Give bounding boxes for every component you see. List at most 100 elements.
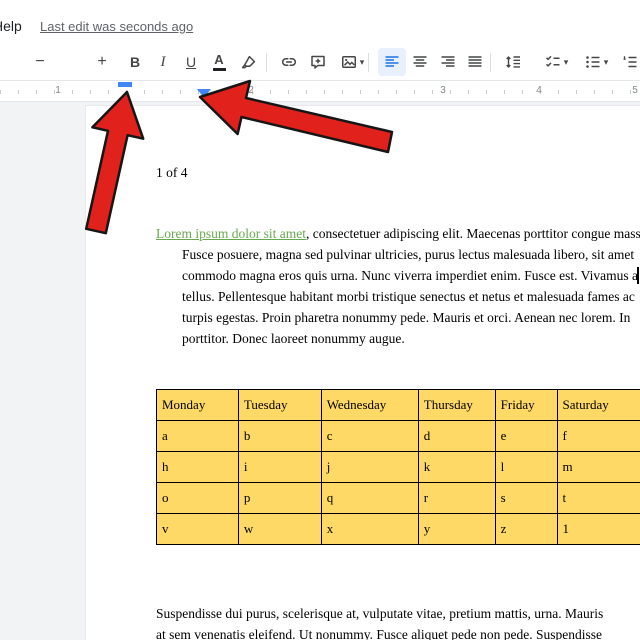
checklist-icon — [544, 53, 562, 71]
align-right-icon — [439, 53, 457, 71]
table-cell[interactable]: a — [157, 421, 239, 452]
bold-button[interactable]: B — [121, 48, 149, 76]
ruler[interactable]: 1 2 3 4 5 — [0, 81, 640, 102]
table-cell[interactable]: 1 — [557, 514, 640, 545]
add-comment-icon — [309, 53, 327, 71]
table-cell[interactable]: d — [418, 421, 495, 452]
table-cell[interactable]: v — [157, 514, 239, 545]
paragraph2-line2[interactable]: at sem venenatis eleifend. Ut nonummy. F… — [156, 624, 602, 640]
ruler-number: 3 — [440, 85, 446, 96]
align-center-button[interactable] — [406, 48, 434, 76]
align-left-icon — [383, 53, 401, 71]
table-cell[interactable]: f — [557, 421, 640, 452]
line-spacing-button[interactable] — [499, 48, 527, 76]
menu-help[interactable]: Help — [0, 18, 22, 34]
justify-button[interactable] — [461, 48, 489, 76]
toolbar-separator — [368, 53, 369, 72]
insert-link-button[interactable] — [275, 48, 303, 76]
plus-icon: + — [97, 54, 106, 70]
table-cell[interactable]: i — [238, 452, 321, 483]
table-cell[interactable]: x — [321, 514, 418, 545]
paragraph1-line2[interactable]: Fusce posuere, magna sed pulvinar ultric… — [182, 244, 634, 265]
table-cell[interactable]: q — [321, 483, 418, 514]
table-header-cell[interactable]: Monday — [157, 390, 239, 421]
text-color-button[interactable]: A — [205, 48, 233, 76]
table-cell[interactable]: j — [321, 452, 418, 483]
table-cell[interactable]: h — [157, 452, 239, 483]
paragraph1-line5[interactable]: turpis egestas. Proin pharetra nonummy p… — [182, 307, 630, 328]
align-left-button[interactable] — [378, 48, 406, 76]
paragraph1-line3[interactable]: commodo magna eros quis urna. Nunc viver… — [182, 265, 638, 286]
italic-button[interactable]: I — [149, 48, 177, 76]
bulleted-list-icon — [584, 53, 602, 71]
table-cell[interactable]: r — [418, 483, 495, 514]
numbered-list-button[interactable] — [616, 48, 640, 76]
italic-icon: I — [161, 54, 166, 71]
table-header-cell[interactable]: Saturday — [557, 390, 640, 421]
table-row: v w x y z 1 — [157, 514, 640, 545]
chevron-down-icon: ▾ — [360, 57, 365, 68]
table-cell[interactable]: l — [495, 452, 557, 483]
table-cell[interactable]: w — [238, 514, 321, 545]
document-page[interactable]: 1 of 4 Lorem ipsum dolor sit amet, conse… — [85, 105, 640, 640]
table-header-cell[interactable]: Friday — [495, 390, 557, 421]
document-canvas: 1 of 4 Lorem ipsum dolor sit amet, conse… — [0, 102, 640, 640]
highlighter-icon — [240, 53, 258, 71]
text-cursor — [637, 267, 639, 284]
toolbar-separator — [266, 53, 267, 72]
lorem-ipsum-link[interactable]: Lorem ipsum dolor sit amet — [156, 226, 306, 241]
underline-icon: U — [186, 54, 196, 70]
table-header-cell[interactable]: Tuesday — [238, 390, 321, 421]
underline-button[interactable]: U — [177, 48, 205, 76]
doc-table[interactable]: Monday Tuesday Wednesday Thursday Friday… — [156, 389, 640, 545]
table-cell[interactable]: y — [418, 514, 495, 545]
first-line-indent-marker[interactable] — [118, 82, 132, 87]
justify-icon — [466, 53, 484, 71]
ruler-number: 1 — [55, 85, 61, 96]
table-cell[interactable]: z — [495, 514, 557, 545]
ruler-ticks — [0, 90, 640, 94]
page-count-text[interactable]: 1 of 4 — [156, 162, 188, 183]
table-cell[interactable]: c — [321, 421, 418, 452]
ruler-number: 5 — [632, 85, 638, 96]
chevron-down-icon: ▾ — [604, 57, 609, 68]
align-center-icon — [411, 53, 429, 71]
table-cell[interactable]: t — [557, 483, 640, 514]
checklist-button[interactable]: ▾ — [536, 48, 576, 76]
toolbar: − + B I U A — [0, 44, 640, 81]
paragraph1-line1[interactable]: Lorem ipsum dolor sit amet, consectetuer… — [156, 223, 640, 244]
table-cell[interactable]: b — [238, 421, 321, 452]
image-icon — [340, 53, 358, 71]
table-cell[interactable]: m — [557, 452, 640, 483]
paragraph1-line4[interactable]: tellus. Pellentesque habitant morbi tris… — [182, 286, 635, 307]
bulleted-list-button[interactable]: ▾ — [576, 48, 616, 76]
paragraph1-line1-rest: , consectetuer adipiscing elit. Maecenas… — [306, 226, 640, 241]
numbered-list-icon — [621, 53, 639, 71]
insert-image-button[interactable]: ▾ — [332, 48, 372, 76]
paragraph1-line6[interactable]: porttitor. Donec laoreet nonummy augue. — [182, 328, 405, 349]
table-header-cell[interactable]: Thursday — [418, 390, 495, 421]
line-spacing-icon — [504, 53, 522, 71]
last-edit-link[interactable]: Last edit was seconds ago — [40, 19, 193, 34]
table-header-row: Monday Tuesday Wednesday Thursday Friday… — [157, 390, 640, 421]
table-row: a b c d e f — [157, 421, 640, 452]
paragraph2-line1[interactable]: Suspendisse dui purus, scelerisque at, v… — [156, 603, 603, 624]
ruler-number: 2 — [248, 85, 254, 96]
increase-font-size-button[interactable]: + — [88, 48, 116, 76]
table-cell[interactable]: k — [418, 452, 495, 483]
table-cell[interactable]: e — [495, 421, 557, 452]
bold-icon: B — [130, 54, 140, 70]
table-cell[interactable]: p — [238, 483, 321, 514]
chevron-down-icon: ▾ — [564, 57, 569, 68]
add-comment-button[interactable] — [304, 48, 332, 76]
align-right-button[interactable] — [434, 48, 462, 76]
table-header-cell[interactable]: Wednesday — [321, 390, 418, 421]
table-row: h i j k l m — [157, 452, 640, 483]
decrease-font-size-button[interactable]: − — [26, 48, 54, 76]
menubar: Help Last edit was seconds ago — [0, 0, 640, 44]
left-indent-marker[interactable] — [197, 89, 211, 98]
table-cell[interactable]: o — [157, 483, 239, 514]
table-cell[interactable]: s — [495, 483, 557, 514]
link-icon — [280, 53, 298, 71]
highlight-color-button[interactable] — [235, 48, 263, 76]
